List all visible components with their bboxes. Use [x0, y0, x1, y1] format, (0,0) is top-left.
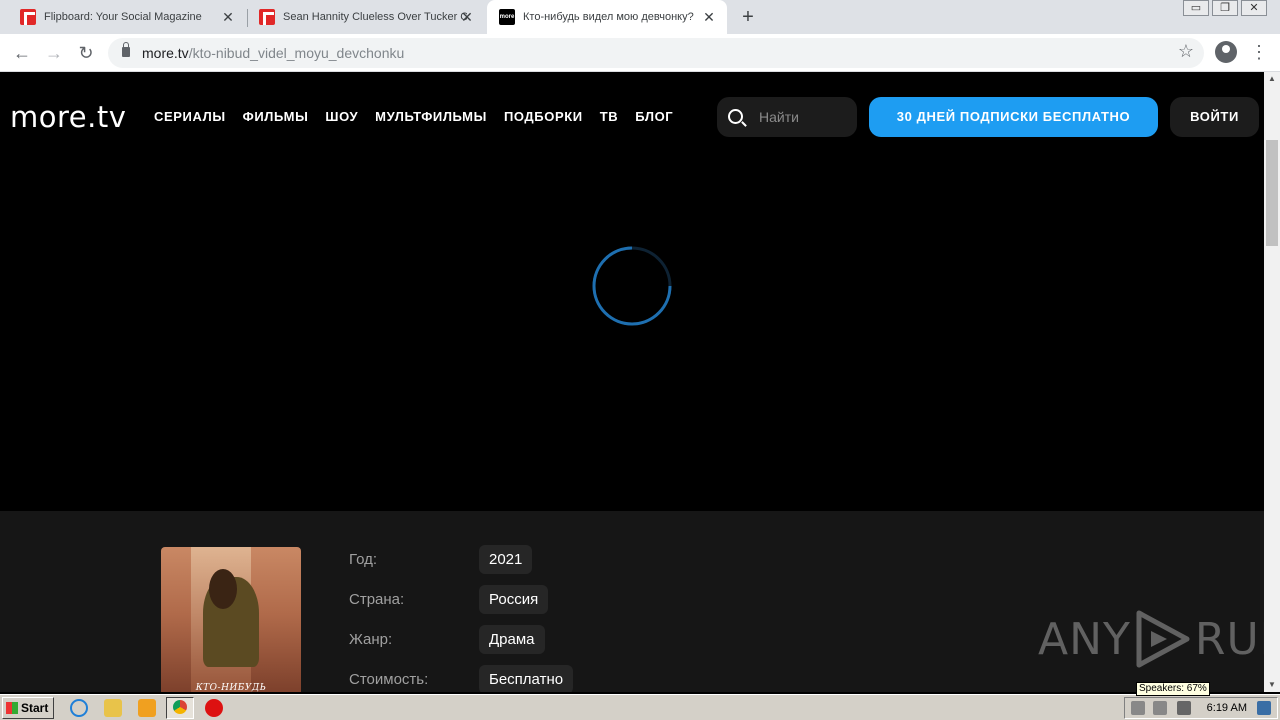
media-player-icon[interactable] — [138, 699, 156, 717]
tab-close-icon[interactable]: ✕ — [701, 9, 717, 25]
detail-label: Стоимость: — [349, 671, 429, 688]
movie-poster[interactable]: КТО-НИБУДЬ — [161, 547, 301, 692]
internet-explorer-icon[interactable] — [70, 699, 88, 717]
minimize-button[interactable]: ▭ — [1183, 0, 1209, 16]
system-tray: 6:19 AM — [1124, 697, 1278, 719]
window-controls: ▭ ❐ ✕ — [1180, 0, 1267, 18]
profile-icon[interactable] — [1215, 41, 1237, 63]
search-icon — [728, 109, 743, 124]
nav-blog[interactable]: БЛОГ — [635, 109, 673, 124]
detail-label: Страна: — [349, 591, 405, 608]
speaker-tooltip: Speakers: 67% — [1136, 682, 1210, 696]
url-text: more.tv/kto-nibud_videl_moyu_devchonku — [142, 45, 405, 61]
more-tv-favicon-icon: more — [499, 9, 515, 25]
page-viewport: more.tv СЕРИАЛЫ ФИЛЬМЫ ШОУ МУЛЬТФИЛЬМЫ П… — [0, 72, 1264, 692]
nav-tv[interactable]: ТВ — [600, 109, 619, 124]
tab-title: Кто-нибудь видел мою девчонку? — [523, 11, 694, 23]
browser-toolbar: ← → ↻ more.tv/kto-nibud_videl_moyu_devch… — [0, 34, 1280, 72]
nav-cartoons[interactable]: МУЛЬТФИЛЬМЫ — [375, 109, 487, 124]
flipboard-favicon-icon — [20, 9, 36, 25]
bookmark-star-icon[interactable]: ☆ — [1178, 41, 1194, 62]
tab-close-icon[interactable]: ✕ — [459, 9, 475, 25]
show-desktop-icon[interactable] — [1257, 701, 1271, 715]
page-scrollbar[interactable]: ▲ ▼ — [1264, 72, 1280, 692]
nav-films[interactable]: ФИЛЬМЫ — [243, 109, 309, 124]
tab-title: Sean Hannity Clueless Over Tucker C — [283, 11, 467, 23]
search-box[interactable] — [717, 97, 857, 137]
address-bar[interactable]: more.tv/kto-nibud_videl_moyu_devchonku ☆ — [108, 38, 1204, 68]
nav-series[interactable]: СЕРИАЛЫ — [154, 109, 226, 124]
detail-value: Бесплатно — [479, 665, 574, 692]
lock-icon — [122, 42, 130, 57]
detail-label: Жанр: — [349, 631, 393, 648]
nav-shows[interactable]: ШОУ — [325, 109, 358, 124]
close-window-button[interactable]: ✕ — [1241, 0, 1267, 16]
forward-button[interactable]: → — [42, 41, 66, 65]
poster-title: КТО-НИБУДЬ — [195, 683, 267, 692]
chrome-menu-icon[interactable]: ⋮ — [1250, 41, 1268, 63]
tab-flipboard[interactable]: Flipboard: Your Social Magazine ✕ — [8, 0, 246, 34]
site-logo[interactable]: more.tv — [10, 100, 126, 134]
new-tab-button[interactable]: + — [737, 6, 759, 28]
main-nav: СЕРИАЛЫ ФИЛЬМЫ ШОУ МУЛЬТФИЛЬМЫ ПОДБОРКИ … — [154, 109, 690, 124]
search-input[interactable] — [759, 107, 849, 127]
clock[interactable]: 6:19 AM — [1207, 702, 1247, 714]
detail-value[interactable]: Россия — [479, 585, 549, 614]
folder-icon[interactable] — [104, 699, 122, 717]
nav-collections[interactable]: ПОДБОРКИ — [504, 109, 583, 124]
scroll-down-icon[interactable]: ▼ — [1264, 678, 1280, 692]
login-button[interactable]: ВОЙТИ — [1170, 97, 1259, 137]
windows-taskbar: Start 6:19 AM — [0, 694, 1280, 720]
free-trial-button[interactable]: 30 ДНЕЙ ПОДПИСКИ БЕСПЛАТНО — [869, 97, 1158, 137]
tab-close-icon[interactable]: ✕ — [220, 9, 236, 25]
detail-value[interactable]: Драма — [479, 625, 545, 654]
tab-more-tv[interactable]: more Кто-нибудь видел мою девчонку? ✕ — [487, 0, 727, 34]
tab-hannity[interactable]: Sean Hannity Clueless Over Tucker C ✕ — [247, 0, 485, 34]
detail-value[interactable]: 2021 — [479, 545, 533, 574]
flipboard-favicon-icon — [259, 9, 275, 25]
tab-title: Flipboard: Your Social Magazine — [44, 11, 202, 23]
anyrun-watermark: ANY RUN — [1038, 609, 1264, 669]
loading-spinner-icon — [592, 246, 672, 326]
play-icon — [1136, 610, 1190, 668]
network-icon[interactable] — [1153, 701, 1167, 715]
reload-button[interactable]: ↻ — [74, 41, 98, 65]
scroll-up-icon[interactable]: ▲ — [1264, 72, 1280, 86]
opera-icon[interactable] — [205, 699, 223, 717]
scroll-thumb[interactable] — [1266, 140, 1278, 246]
maximize-button[interactable]: ❐ — [1212, 0, 1238, 16]
flag-icon[interactable] — [1177, 701, 1191, 715]
poster-figure-head — [209, 569, 237, 609]
start-button[interactable]: Start — [2, 697, 54, 719]
chrome-taskbar-icon[interactable] — [166, 697, 194, 719]
tab-bar: Flipboard: Your Social Magazine ✕ Sean H… — [0, 0, 1280, 34]
speaker-icon[interactable] — [1131, 701, 1145, 715]
back-button[interactable]: ← — [10, 41, 34, 65]
detail-label: Год: — [349, 551, 378, 568]
